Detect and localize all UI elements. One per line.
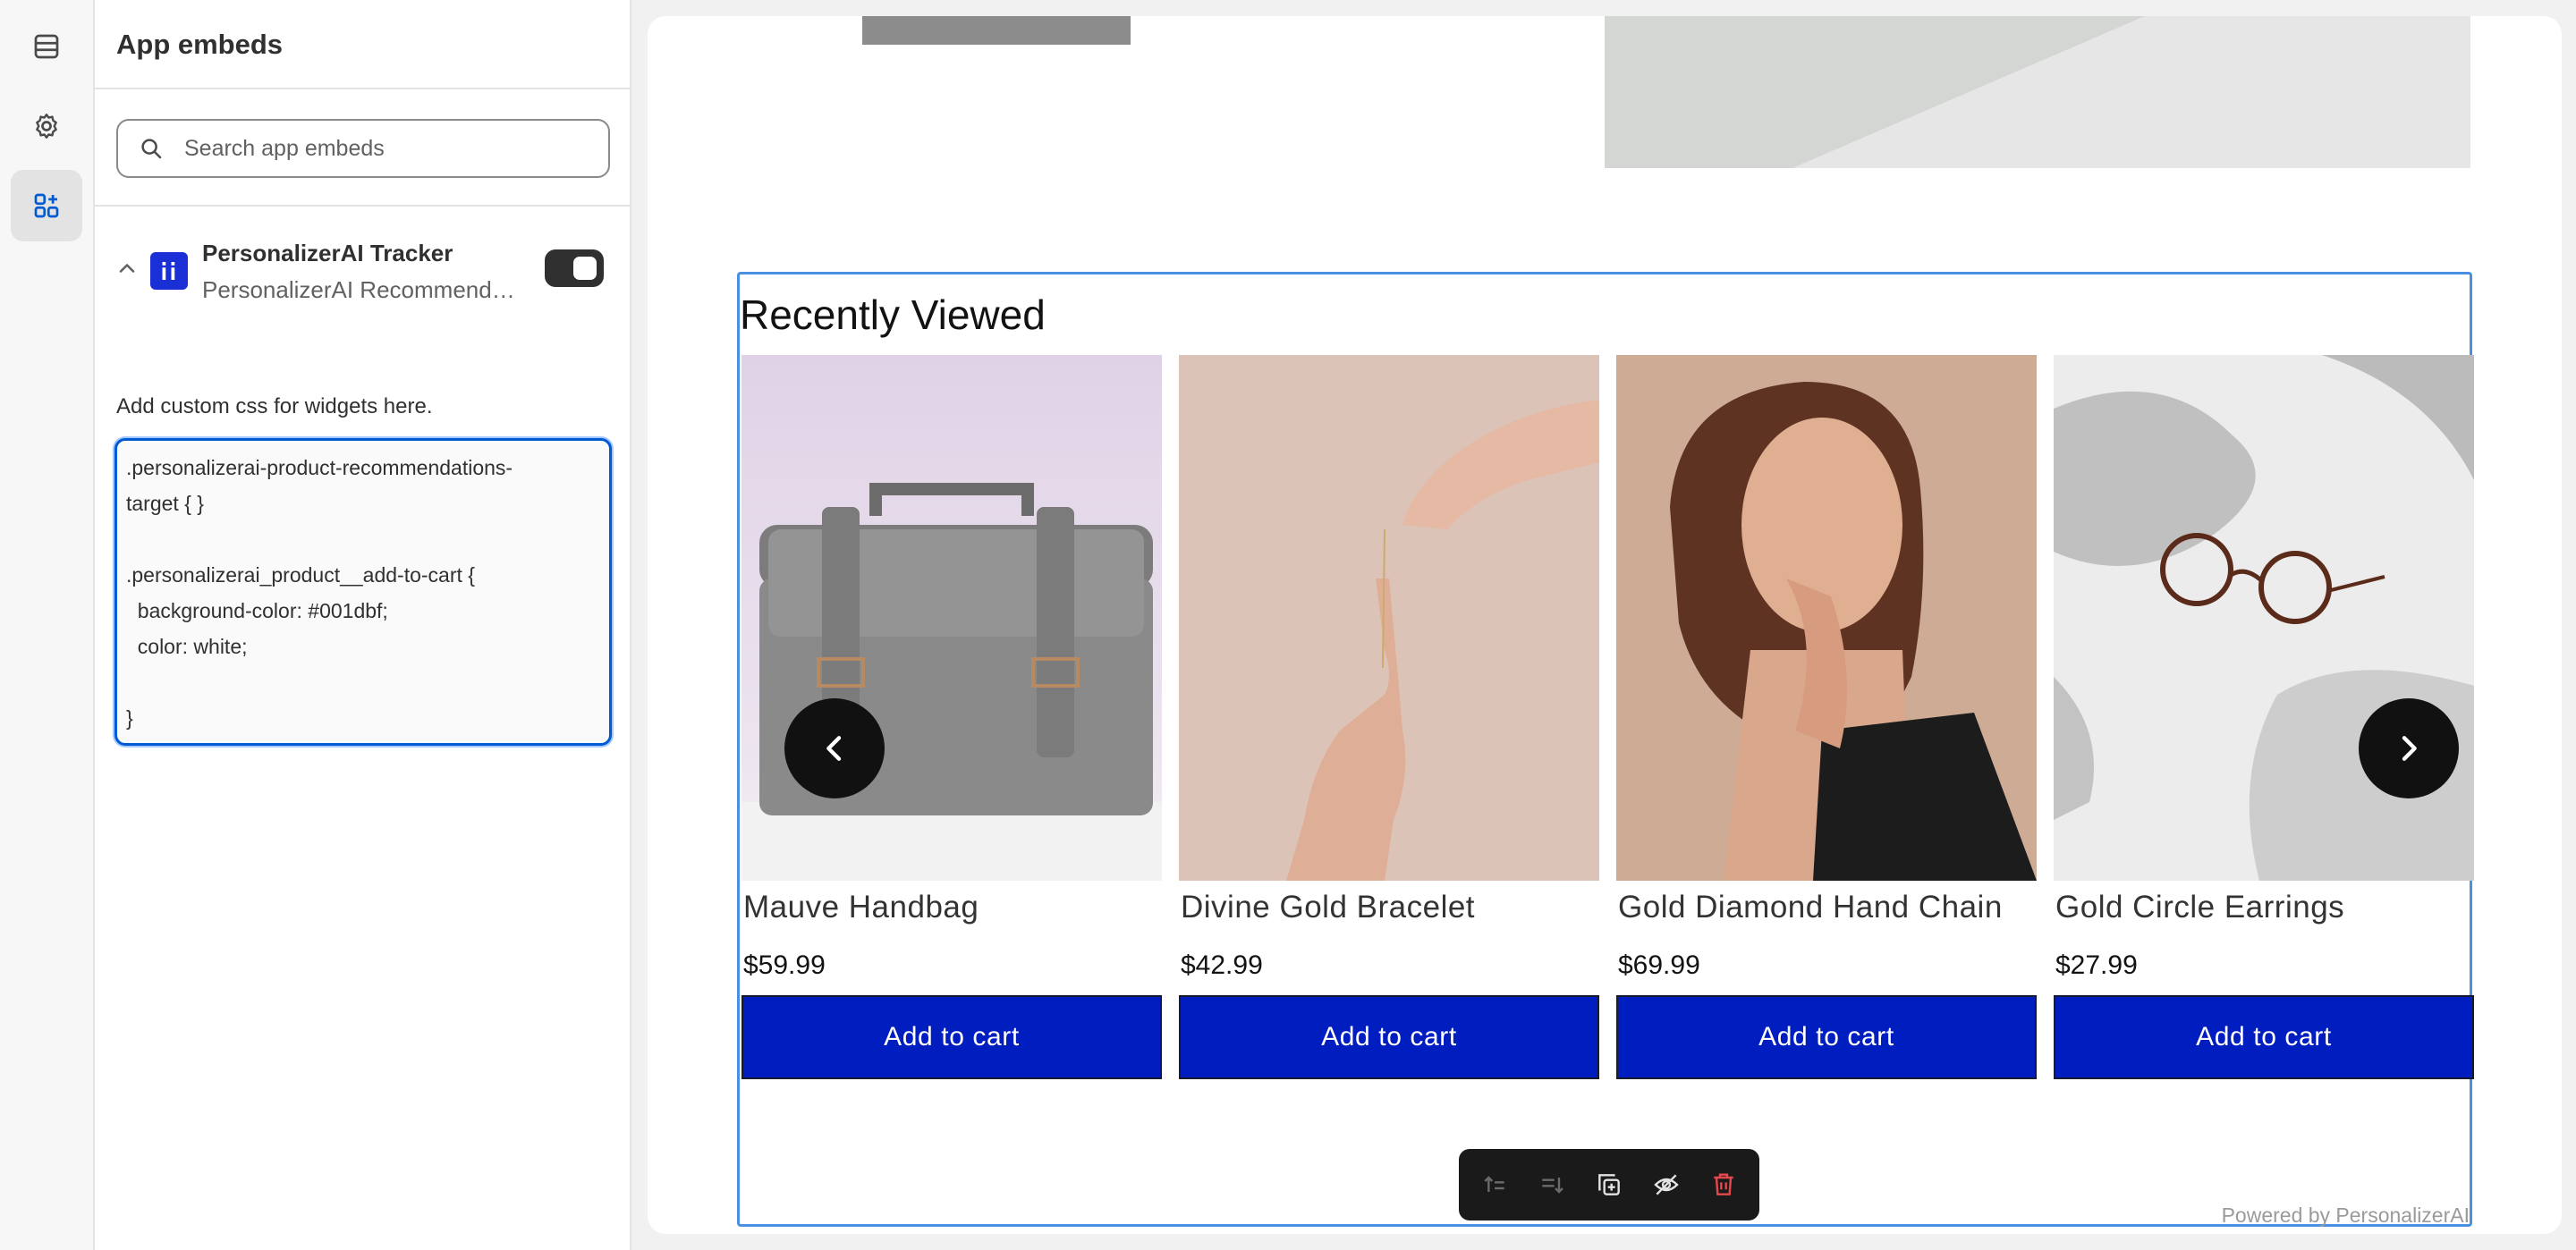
carousel-prev-button[interactable] [784, 698, 885, 798]
divider [95, 205, 631, 207]
app-embeds-panel: App embeds PersonalizerAI Tracker Person… [95, 0, 631, 1250]
embed-toggle[interactable] [545, 249, 604, 287]
product-price: $42.99 [1181, 950, 1263, 980]
embed-subtitle: PersonalizerAI Recommendations [202, 276, 524, 303]
product-price: $27.99 [2055, 950, 2138, 980]
duplicate-button[interactable] [1593, 1169, 1625, 1201]
custom-css-label: Add custom css for widgets here. [116, 394, 433, 418]
add-to-cart-button[interactable]: Add to cart [741, 995, 1162, 1079]
gear-icon [36, 114, 57, 139]
hide-button[interactable] [1650, 1169, 1682, 1201]
move-up-button[interactable] [1479, 1169, 1511, 1201]
chevron-left-icon [826, 736, 842, 761]
search-input[interactable] [184, 135, 578, 162]
move-down-icon [1542, 1178, 1563, 1194]
image-placeholder [862, 16, 1131, 45]
product-title[interactable]: Mauve Handbag [741, 890, 1162, 936]
search-field[interactable] [116, 119, 610, 178]
carousel-next-button[interactable] [2359, 698, 2459, 798]
product-card[interactable]: Divine Gold Bracelet $42.99 Add to cart [1179, 355, 1599, 1079]
delete-button[interactable] [1707, 1169, 1740, 1201]
custom-css-textarea[interactable] [126, 450, 600, 734]
product-title[interactable]: Divine Gold Bracelet [1179, 890, 1599, 936]
product-title[interactable]: Gold Diamond Hand Chain [1616, 890, 2037, 936]
theme-preview: Recently Viewed Mauve Handbag $59.99 Add… [648, 16, 2562, 1234]
product-card[interactable]: Gold Diamond Hand Chain $69.99 Add to ca… [1616, 355, 2037, 1079]
powered-by-text: Powered by PersonalizerAI [2221, 1204, 2470, 1227]
add-to-cart-button[interactable]: Add to cart [2054, 995, 2474, 1079]
personalizerai-logo [150, 252, 188, 290]
chevron-up-icon[interactable] [114, 256, 140, 281]
duplicate-icon [1598, 1174, 1620, 1195]
icon-rail [0, 0, 95, 1250]
search-icon [141, 139, 162, 159]
panel-title: App embeds [116, 29, 284, 60]
sections-icon [34, 34, 59, 59]
divider [95, 88, 631, 89]
block-toolbar [1459, 1149, 1759, 1220]
delete-icon [1714, 1173, 1733, 1195]
sections-rail-button[interactable] [11, 11, 82, 82]
product-image-bracelet[interactable] [1179, 355, 1599, 881]
add-to-cart-button[interactable]: Add to cart [1179, 995, 1599, 1079]
move-down-button[interactable] [1536, 1169, 1568, 1201]
hero-image [1605, 16, 2470, 168]
toggle-knob [573, 257, 597, 280]
add-to-cart-button[interactable]: Add to cart [1616, 995, 2037, 1079]
section-title: Recently Viewed [740, 291, 1046, 338]
hide-icon [1654, 1174, 1679, 1195]
product-price: $69.99 [1618, 950, 1700, 980]
move-up-icon [1484, 1176, 1504, 1192]
chevron-right-icon [2402, 736, 2417, 761]
settings-rail-button[interactable] [11, 90, 82, 162]
custom-css-field[interactable] [114, 438, 612, 746]
app-embeds-icon [34, 193, 59, 218]
product-price: $59.99 [743, 950, 826, 980]
product-title[interactable]: Gold Circle Earrings [2054, 890, 2474, 936]
product-image-glasses[interactable] [2054, 355, 2474, 881]
product-image-portrait[interactable] [1616, 355, 2037, 881]
recently-viewed-section[interactable]: Recently Viewed Mauve Handbag $59.99 Add… [737, 272, 2474, 1227]
embed-name: PersonalizerAI Tracker [202, 240, 453, 266]
product-image-handbag[interactable] [741, 355, 1162, 881]
app-embeds-rail-button[interactable] [11, 170, 82, 241]
